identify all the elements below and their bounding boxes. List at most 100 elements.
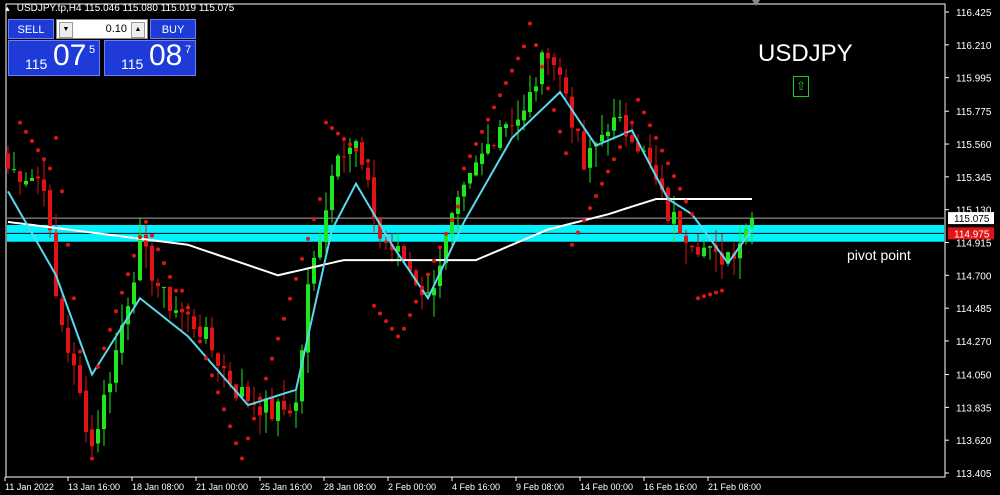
x-axis-label: 18 Jan 08:00 <box>132 482 184 492</box>
y-axis-label: 115.775 <box>956 107 992 118</box>
parabolic-sar-dot <box>324 120 328 125</box>
parabolic-sar-dot <box>684 199 688 204</box>
candle-bull <box>618 116 622 119</box>
candle-bull <box>354 141 358 149</box>
candle-bull <box>312 257 316 284</box>
parabolic-sar-dot <box>654 135 658 140</box>
x-axis-label: 21 Jan 00:00 <box>196 482 248 492</box>
parabolic-sar-dot <box>666 161 670 166</box>
buy-price-button[interactable]: 115 08 7 <box>104 39 196 76</box>
parabolic-sar-dot <box>294 276 298 281</box>
candle-bull <box>702 247 706 257</box>
parabolic-sar-dot <box>660 148 664 153</box>
sell-button[interactable]: SELL <box>8 19 54 39</box>
parabolic-sar-dot <box>720 288 724 293</box>
buy-button[interactable]: BUY <box>150 19 196 39</box>
parabolic-sar-dot <box>642 110 646 115</box>
parabolic-sar-dot <box>630 120 634 125</box>
y-axis-label: 115.560 <box>956 140 992 151</box>
candle-bear <box>258 406 262 416</box>
parabolic-sar-dot <box>84 403 88 408</box>
sell-price-button[interactable]: 115 07 5 <box>8 39 100 76</box>
parabolic-sar-dot <box>144 219 148 224</box>
candle-bull <box>138 234 142 281</box>
candle-bull <box>534 86 538 92</box>
parabolic-sar-dot <box>258 396 262 401</box>
parabolic-sar-dot <box>468 154 472 159</box>
candle-bull <box>276 401 280 421</box>
candle-bull <box>330 175 334 211</box>
parabolic-sar-dot <box>546 86 550 91</box>
candle-bear <box>180 308 184 313</box>
candle-bear <box>210 327 214 351</box>
candle-bull <box>450 213 454 234</box>
lot-size-value[interactable]: 0.10 <box>73 20 131 38</box>
parabolic-sar-dot <box>432 258 436 263</box>
parabolic-sar-dot <box>30 138 34 143</box>
period-marker-icon <box>752 0 760 6</box>
collapse-triangle-icon[interactable]: ▲ <box>4 6 11 13</box>
y-axis-label: 113.405 <box>956 469 992 480</box>
candle-bull <box>504 124 508 129</box>
parabolic-sar-dot <box>306 236 310 241</box>
y-axis-label: 114.270 <box>956 337 992 348</box>
parabolic-sar-dot <box>288 296 292 301</box>
parabolic-sar-dot <box>354 147 358 152</box>
candle-bear <box>552 57 556 66</box>
candle-bear <box>684 235 688 243</box>
parabolic-sar-dot <box>132 253 136 258</box>
parabolic-sar-dot <box>234 441 238 446</box>
candle-bull <box>498 126 502 148</box>
parabolic-sar-dot <box>330 126 334 131</box>
parabolic-sar-dot <box>54 135 58 140</box>
sell-price-big: 07 <box>53 39 87 72</box>
candle-bull <box>114 350 118 383</box>
parabolic-sar-dot <box>180 288 184 293</box>
candle-bear <box>42 179 46 191</box>
candle-bear <box>246 386 250 402</box>
parabolic-sar-dot <box>582 218 586 223</box>
candle-bear <box>216 353 220 366</box>
parabolic-sar-dot <box>384 319 388 324</box>
parabolic-sar-dot <box>216 390 220 395</box>
parabolic-sar-dot <box>90 456 94 461</box>
parabolic-sar-dot <box>696 296 700 301</box>
symbol-label: USDJPY <box>758 40 853 67</box>
candle-bear <box>48 190 52 231</box>
candle-bull <box>522 110 526 121</box>
chart-header: ▲ USDJPY.tp,H4 115.046 115.080 115.019 1… <box>4 3 234 14</box>
parabolic-sar-dot <box>66 242 70 247</box>
parabolic-sar-dot <box>714 290 718 295</box>
x-axis-label: 13 Jan 16:00 <box>68 482 120 492</box>
candle-bear <box>630 135 634 142</box>
candle-bull <box>102 394 106 430</box>
x-axis-label: 9 Feb 08:00 <box>516 482 564 492</box>
parabolic-sar-dot <box>522 44 526 49</box>
candle-bull <box>318 241 322 258</box>
lot-decrease-icon[interactable]: ▼ <box>59 22 73 38</box>
sell-price-prefix: 115 <box>25 56 48 72</box>
parabolic-sar-dot <box>444 231 448 236</box>
candle-bull <box>588 147 592 168</box>
parabolic-sar-dot <box>396 334 400 339</box>
lot-size-field[interactable]: ▼ 0.10 ▲ <box>56 19 148 39</box>
x-axis-label: 11 Jan 2022 <box>5 482 54 492</box>
parabolic-sar-dot <box>504 80 508 85</box>
candle-bear <box>282 400 286 410</box>
candle-bear <box>678 210 682 234</box>
candle-bear <box>582 131 586 170</box>
candle-bear <box>666 187 670 221</box>
parabolic-sar-dot <box>702 294 706 299</box>
ohlc-values: 115.046 115.080 115.019 115.075 <box>84 3 235 14</box>
parabolic-sar-dot <box>534 43 538 48</box>
y-axis-label: 115.995 <box>956 74 992 85</box>
buy-price-sup: 7 <box>185 44 192 56</box>
candle-bull <box>480 153 484 164</box>
up-arrow-icon[interactable]: ⇧ <box>793 76 809 97</box>
parabolic-sar-dot <box>594 193 598 198</box>
lot-increase-icon[interactable]: ▲ <box>131 22 145 38</box>
parabolic-sar-dot <box>150 233 154 238</box>
candle-bear <box>54 232 58 297</box>
x-axis-label: 4 Feb 16:00 <box>452 482 500 492</box>
candle-bull <box>606 131 610 137</box>
